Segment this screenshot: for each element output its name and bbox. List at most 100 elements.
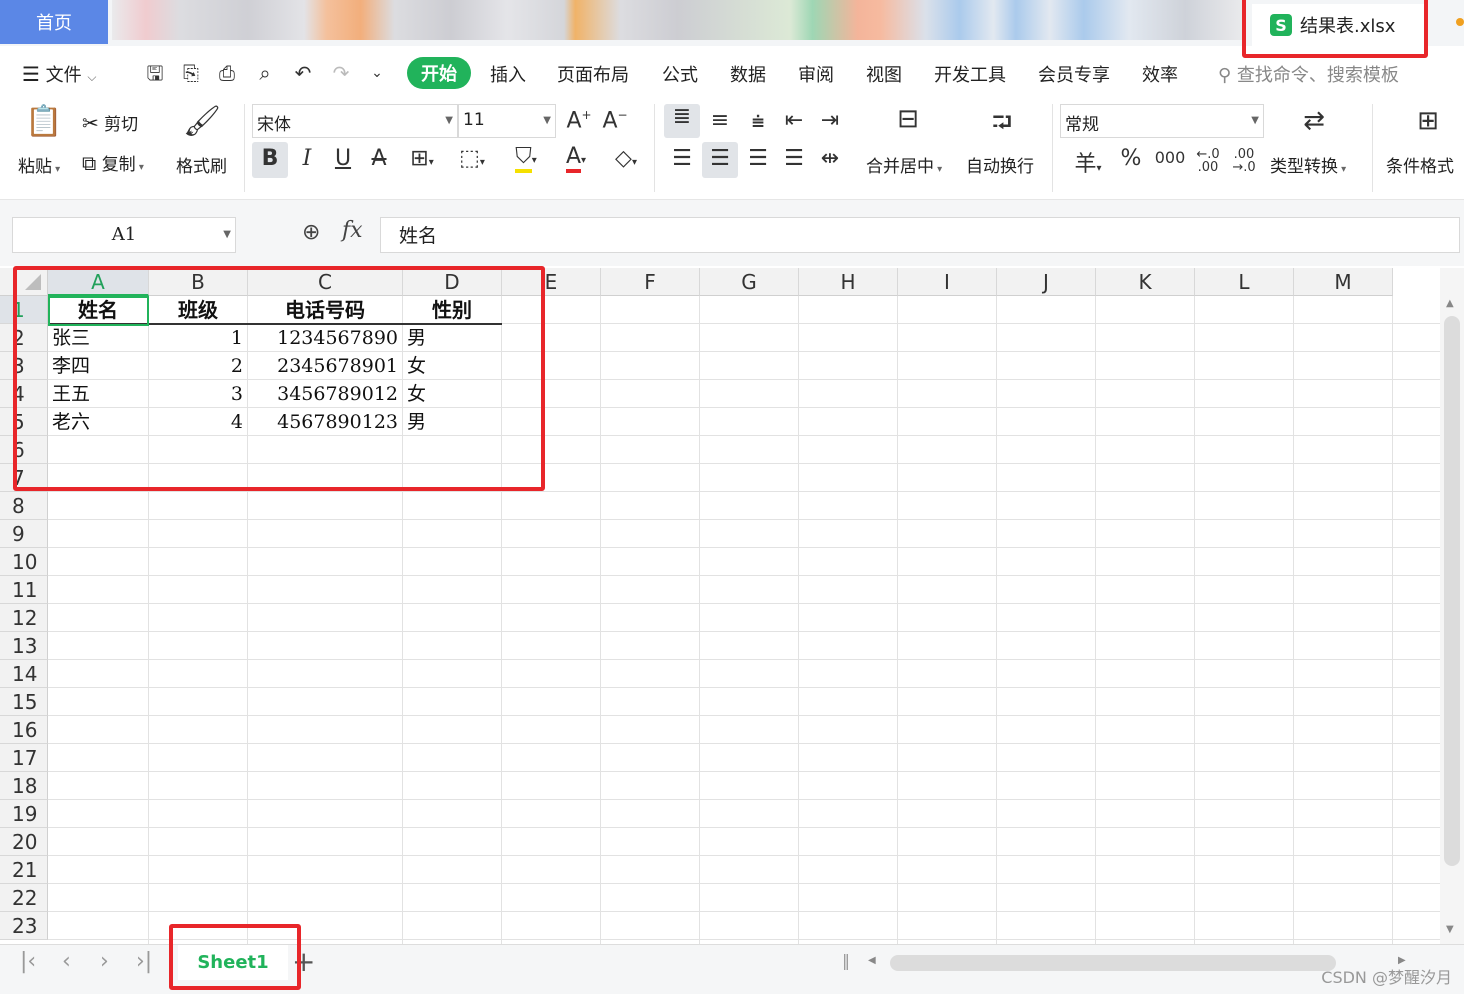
increase-indent-icon[interactable]: ⇥ [812, 108, 848, 133]
vertical-scrollbar[interactable]: ▲ ▼ [1440, 268, 1464, 944]
conditional-format-icon[interactable]: ⊞ [1408, 106, 1448, 136]
row-header-9[interactable]: 9 [0, 520, 48, 548]
align-right-icon[interactable]: ☰ [740, 146, 776, 171]
decrease-font-icon[interactable]: A− [600, 108, 630, 133]
column-header-h[interactable]: H [799, 268, 898, 296]
increase-font-icon[interactable]: A+ [564, 108, 594, 133]
wrap-text-button[interactable]: 自动换行 [966, 152, 1034, 177]
type-convert-button[interactable]: 类型转换 ▾ [1270, 152, 1346, 177]
search-command[interactable]: ⚲ 查找命令、搜索模板 [1218, 61, 1399, 87]
cut-button[interactable]: ✂ 剪切 [82, 110, 138, 135]
prev-sheet-icon[interactable]: ‹ [62, 949, 71, 974]
fill-pattern-icon[interactable]: ⬚▾ [450, 146, 494, 171]
last-sheet-icon[interactable]: ›| [136, 949, 152, 974]
type-convert-icon[interactable]: ⇄ [1294, 106, 1334, 136]
decrease-decimal-button[interactable]: .00 →.0 [1226, 148, 1262, 174]
align-top-icon[interactable]: ≣ [664, 104, 700, 129]
strikethrough-icon[interactable]: A [364, 146, 394, 171]
column-header-l[interactable]: L [1195, 268, 1294, 296]
number-format-select[interactable]: 常规 ▼ [1060, 104, 1264, 138]
zoom-icon[interactable]: ⊕ [302, 220, 320, 245]
justify-icon[interactable]: ☰ [776, 146, 812, 171]
currency-button[interactable]: 羊▾ [1066, 146, 1110, 178]
tab-formulas[interactable]: 公式 [662, 61, 698, 87]
clear-format-icon[interactable]: ◇▾ [604, 146, 648, 171]
row-header-18[interactable]: 18 [0, 772, 48, 800]
paste-button[interactable]: 粘贴 ▾ [18, 152, 60, 177]
copy-button[interactable]: ⧉ 复制 ▾ [82, 150, 144, 175]
tab-data[interactable]: 数据 [730, 61, 766, 87]
row-header-20[interactable]: 20 [0, 828, 48, 856]
column-header-j[interactable]: J [997, 268, 1096, 296]
export-pdf-icon[interactable]: ⎘ [178, 60, 204, 86]
column-header-m[interactable]: M [1294, 268, 1393, 296]
scroll-down-icon[interactable]: ▼ [1446, 924, 1454, 935]
row-header-11[interactable]: 11 [0, 576, 48, 604]
fill-color-icon[interactable]: ⛉▾ [504, 144, 548, 173]
column-header-k[interactable]: K [1096, 268, 1195, 296]
border-icon[interactable]: ⊞▾ [402, 146, 442, 171]
font-color-icon[interactable]: A▾ [554, 144, 598, 173]
print-icon[interactable]: ⎙ [214, 60, 240, 86]
row-header-15[interactable]: 15 [0, 688, 48, 716]
align-bottom-icon[interactable]: ⩧ [740, 110, 776, 135]
conditional-format-button[interactable]: 条件格式 [1386, 152, 1454, 177]
row-header-14[interactable]: 14 [0, 660, 48, 688]
row-header-19[interactable]: 19 [0, 800, 48, 828]
underline-button[interactable]: U [328, 146, 358, 171]
tab-start[interactable]: 开始 [407, 57, 471, 89]
undo-icon[interactable]: ↶ [290, 60, 316, 86]
home-tab[interactable]: 首页 [0, 0, 108, 44]
font-name-select[interactable]: 宋体 ▼ [252, 104, 458, 138]
row-header-13[interactable]: 13 [0, 632, 48, 660]
row-header-10[interactable]: 10 [0, 548, 48, 576]
tab-page-layout[interactable]: 页面布局 [557, 61, 629, 87]
tab-review[interactable]: 审阅 [798, 61, 834, 87]
tab-developer[interactable]: 开发工具 [934, 61, 1006, 87]
scroll-up-icon[interactable]: ▲ [1446, 298, 1454, 309]
row-header-12[interactable]: 12 [0, 604, 48, 632]
merge-center-button[interactable]: 合并居中 ▾ [866, 152, 942, 177]
align-left-icon[interactable]: ☰ [664, 146, 700, 171]
row-header-22[interactable]: 22 [0, 884, 48, 912]
font-size-select[interactable]: 11 ▼ [458, 104, 556, 138]
column-header-i[interactable]: I [898, 268, 997, 296]
row-header-23[interactable]: 23 [0, 912, 48, 940]
redo-icon[interactable]: ↷ [328, 60, 354, 86]
tab-member[interactable]: 会员专享 [1038, 61, 1110, 87]
name-box[interactable]: A1 ▼ [12, 217, 236, 253]
row-header-8[interactable]: 8 [0, 492, 48, 520]
row-header-16[interactable]: 16 [0, 716, 48, 744]
first-sheet-icon[interactable]: |‹ [20, 949, 36, 974]
horizontal-scroll-thumb[interactable] [890, 955, 1336, 971]
format-painter-button[interactable]: 格式刷 [176, 152, 227, 177]
vertical-scroll-thumb[interactable] [1444, 316, 1460, 866]
print-preview-icon[interactable]: ⌕ [252, 60, 278, 86]
align-center-icon[interactable]: ☰ [702, 146, 738, 171]
bold-button[interactable]: B [252, 146, 288, 171]
italic-button[interactable]: I [292, 146, 322, 171]
splitter-icon[interactable]: ‖ [842, 951, 850, 970]
format-painter-icon[interactable]: 🖌 [182, 104, 222, 139]
row-header-17[interactable]: 17 [0, 744, 48, 772]
row-header-21[interactable]: 21 [0, 856, 48, 884]
file-menu[interactable]: ☰ 文件 ⌵ [22, 61, 97, 87]
formula-input[interactable]: 姓名 [380, 217, 1460, 253]
thousands-button[interactable]: 000 [1152, 148, 1188, 167]
percent-button[interactable]: % [1116, 146, 1146, 171]
wrap-text-icon[interactable]: ⮒ [982, 104, 1022, 148]
align-middle-icon[interactable]: ≡ [702, 108, 738, 133]
paste-icon[interactable]: 📋 [24, 104, 64, 139]
next-sheet-icon[interactable]: › [100, 949, 109, 974]
increase-decimal-button[interactable]: ←.0 .00 [1190, 148, 1226, 174]
merge-cells-icon[interactable]: ⊟ [888, 104, 928, 134]
tab-view[interactable]: 视图 [866, 61, 902, 87]
tab-efficiency[interactable]: 效率 [1142, 61, 1178, 87]
distributed-icon[interactable]: ⇹ [812, 146, 848, 171]
more-chevron-icon[interactable]: ⌄ [364, 60, 390, 86]
column-header-g[interactable]: G [700, 268, 799, 296]
save-icon[interactable]: 🖫 [142, 60, 168, 86]
scroll-left-icon[interactable]: ◀ [868, 955, 876, 966]
decrease-indent-icon[interactable]: ⇤ [776, 108, 812, 133]
fx-icon[interactable]: fx [342, 218, 363, 243]
